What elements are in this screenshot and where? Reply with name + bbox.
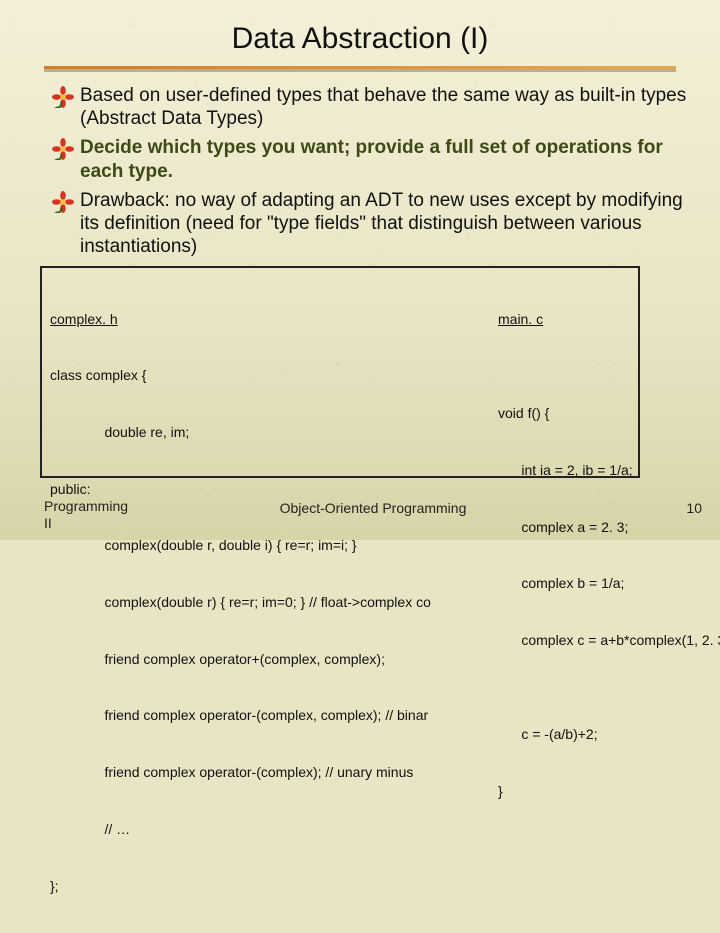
- flower-bullet-icon: [52, 191, 74, 213]
- code-line: friend complex operator-(complex, comple…: [50, 706, 431, 725]
- flower-bullet-icon: [52, 86, 74, 108]
- list-item: Decide which types you want; provide a f…: [52, 136, 690, 182]
- page-title: Data Abstraction (I): [0, 22, 720, 56]
- bullet-text: Based on user-defined types that behave …: [80, 84, 690, 130]
- list-item: Drawback: no way of adapting an ADT to n…: [52, 189, 690, 259]
- code-line: complex b = 1/a;: [498, 574, 720, 593]
- footer-center: Object-Oriented Programming: [44, 500, 702, 516]
- code-line: }: [498, 782, 720, 801]
- code-line: complex(double r, double i) { re=r; im=i…: [50, 536, 431, 555]
- code-line: complex c = a+b*complex(1, 2. 3: [498, 631, 720, 650]
- bullet-text: Drawback: no way of adapting an ADT to n…: [80, 189, 690, 259]
- code-line: class complex {: [50, 366, 431, 385]
- title-underline: [44, 66, 676, 72]
- code-line: friend complex operator+(complex, comple…: [50, 650, 431, 669]
- code-box: complex. h class complex { double re, im…: [40, 266, 640, 478]
- code-line: double re, im;: [50, 423, 431, 442]
- code-line: public:: [50, 480, 431, 499]
- page-number: 10: [686, 500, 702, 516]
- code-line: complex a = 2. 3;: [498, 518, 720, 537]
- code-column-right: main. c void f() { int ia = 2, ib = 1/a;…: [498, 272, 720, 839]
- slide: Data Abstraction (I) Based on user-defin…: [0, 0, 720, 540]
- list-item: Based on user-defined types that behave …: [52, 84, 690, 130]
- bullet-list: Based on user-defined types that behave …: [52, 84, 690, 264]
- code-line: complex(double r) { re=r; im=0; } // flo…: [50, 593, 431, 612]
- code-line: int ia = 2, ib = 1/a;: [498, 461, 720, 480]
- code-line: void f() {: [498, 404, 720, 423]
- code-heading-left: complex. h: [50, 310, 431, 329]
- code-line: friend complex operator-(complex); // un…: [50, 763, 431, 782]
- bullet-text: Decide which types you want; provide a f…: [80, 136, 690, 182]
- code-line: // …: [50, 820, 431, 839]
- code-heading-right: main. c: [498, 310, 720, 329]
- code-column-left: complex. h class complex { double re, im…: [50, 272, 431, 933]
- code-line: c = -(a/b)+2;: [498, 725, 720, 744]
- flower-bullet-icon: [52, 138, 74, 160]
- code-line: };: [50, 877, 431, 896]
